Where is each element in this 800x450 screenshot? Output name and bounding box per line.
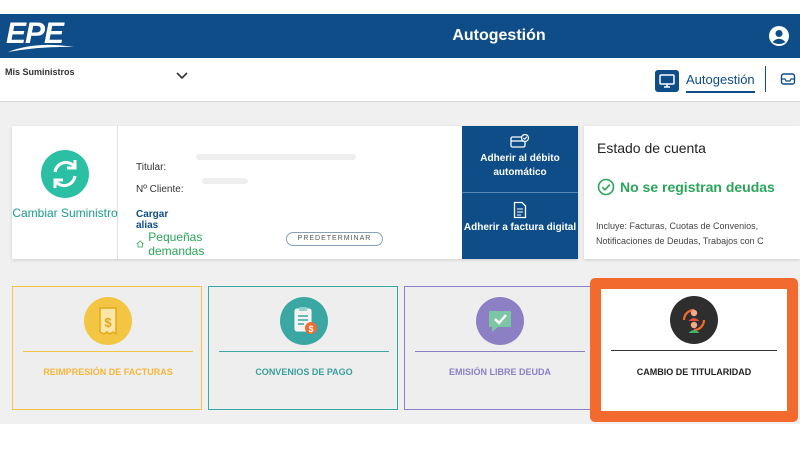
digital-invoice-button[interactable]: Adherir a factura digital — [462, 193, 578, 259]
supply-card: Cambiar Suministro Titular: Nº Cliente: … — [12, 126, 578, 259]
account-status-card: Estado de cuenta No se registran deudas … — [584, 126, 800, 259]
demand-type-label: Pequeñas demandas — [148, 230, 205, 258]
chevron-down-icon[interactable] — [176, 72, 188, 80]
tile-cambio-titularidad[interactable]: CAMBIO DE TITULARIDAD — [601, 289, 787, 411]
tile-divider — [219, 351, 389, 352]
tile-divider — [23, 351, 193, 352]
app-title: Autogestión — [452, 27, 546, 44]
includes-line-1: Incluye: Facturas, Cuotas de Convenios, — [596, 221, 759, 231]
check-circle-icon — [597, 178, 615, 196]
monitor-button[interactable] — [655, 70, 679, 92]
bottom-strip — [0, 424, 800, 450]
user-account-icon[interactable] — [768, 25, 790, 47]
tile-divider — [415, 351, 585, 352]
svg-text:$: $ — [104, 315, 112, 330]
tile-label: CAMBIO DE TITULARIDAD — [636, 367, 752, 377]
clipboard-coin-icon: $ — [294, 307, 317, 334]
tile-label: REIMPRESIÓN DE FACTURAS — [43, 367, 173, 377]
tile-emision-libre-deuda[interactable]: EMISIÓN LIBRE DEUDA — [404, 286, 594, 410]
tab-divider — [765, 66, 766, 92]
tile-icon-circle: $ — [280, 297, 328, 345]
tile-icon-circle — [476, 297, 524, 345]
tab-autogestion[interactable]: Autogestión — [686, 72, 755, 93]
tile-icon-circle: $ — [84, 297, 132, 345]
cliente-redacted — [202, 178, 248, 184]
supply-selector-bar: Mis Suministros Autogestión — [0, 58, 800, 102]
titular-redacted — [196, 154, 356, 160]
home-icon — [136, 240, 144, 248]
includes-line-2: Notificaciones de Deudas, Trabajos con C — [596, 236, 764, 246]
tile-divider — [611, 350, 777, 351]
cargar-alias-link[interactable]: Cargar alias — [136, 209, 168, 231]
monitor-icon — [659, 74, 675, 88]
tile-reimpresion-facturas[interactable]: $ REIMPRESIÓN DE FACTURAS — [12, 286, 202, 410]
demand-type-row: Pequeñas demandas — [136, 230, 211, 258]
cliente-label: Nº Cliente: — [136, 184, 184, 195]
mis-suministros-dropdown[interactable]: Mis Suministros — [5, 67, 75, 77]
adhesion-buttons: Adherir al débito automático Adherir a f… — [462, 126, 578, 259]
account-status-title: Estado de cuenta — [597, 140, 706, 156]
digital-invoice-label: Adherir a factura digital — [463, 222, 577, 233]
people-exchange-icon — [682, 308, 706, 333]
svg-text:$: $ — [308, 324, 313, 334]
document-icon — [513, 201, 527, 219]
tile-label: EMISIÓN LIBRE DEUDA — [448, 367, 551, 377]
tile-convenios-pago[interactable]: $ CONVENIOS DE PAGO — [208, 286, 398, 410]
predeterminar-button[interactable]: PREDETERMINAR — [286, 232, 383, 246]
debit-automatic-label: Adherir al débito automático — [480, 153, 560, 178]
message-check-icon — [489, 311, 511, 332]
change-supply-label: Cambiar Suministro — [12, 206, 118, 220]
top-header: EPE Autogestión — [0, 14, 800, 58]
tile-icon-circle — [670, 296, 718, 344]
change-supply-button[interactable]: Cambiar Suministro — [12, 126, 118, 259]
tile-label: CONVENIOS DE PAGO — [255, 367, 353, 377]
account-status-value: No se registran deudas — [620, 179, 775, 195]
account-status-description: Incluye: Facturas, Cuotas de Convenios, … — [596, 219, 800, 249]
account-status-row: No se registran deudas — [597, 178, 775, 196]
titular-label: Titular: — [136, 162, 167, 173]
refresh-circle — [41, 150, 89, 198]
card-check-icon — [510, 134, 530, 148]
debit-automatic-button[interactable]: Adherir al débito automático — [462, 126, 578, 192]
invoice-dollar-icon: $ — [99, 307, 117, 336]
refresh-arrows-icon — [53, 160, 77, 188]
inbox-icon[interactable] — [780, 72, 796, 86]
